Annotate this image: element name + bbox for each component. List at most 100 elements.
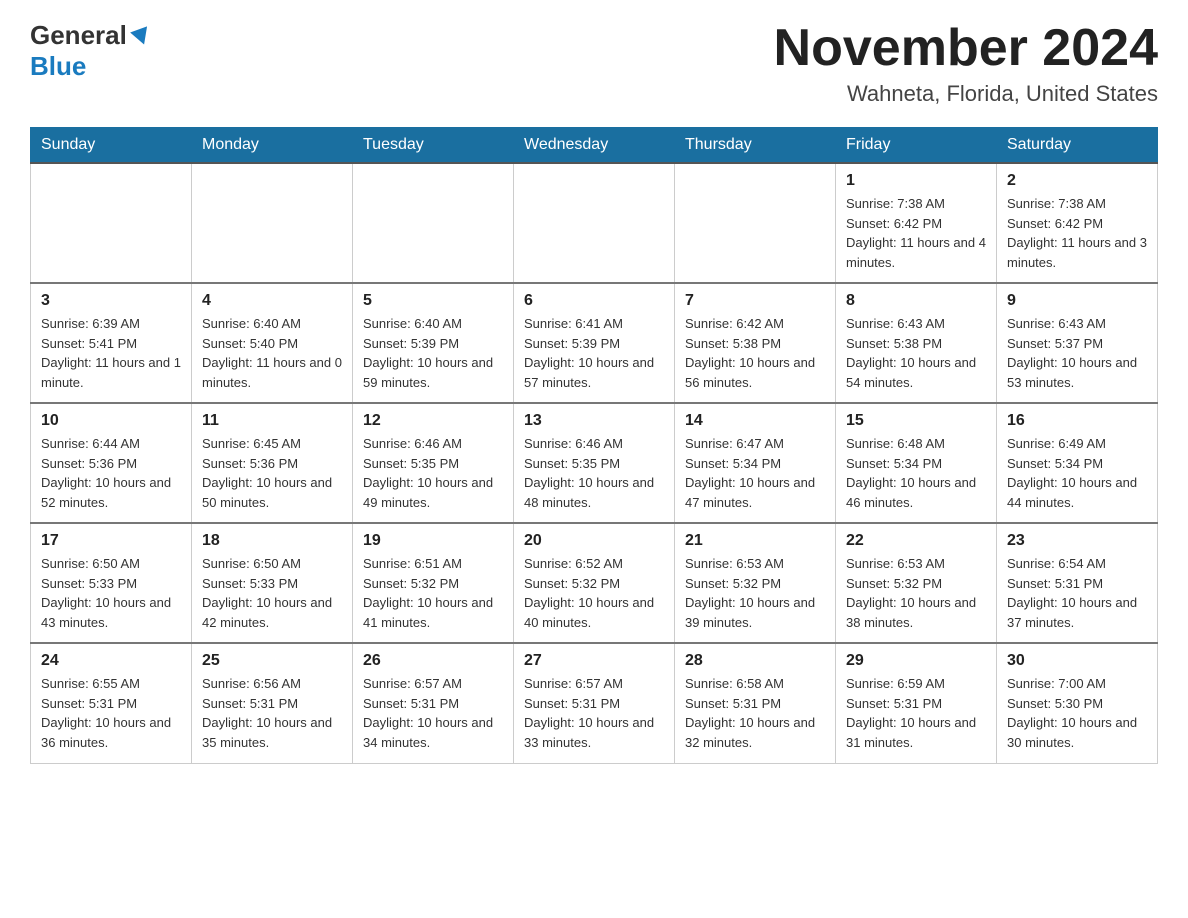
day-info: Sunrise: 6:50 AM Sunset: 5:33 PM Dayligh… <box>202 554 342 632</box>
day-info: Sunrise: 6:43 AM Sunset: 5:37 PM Dayligh… <box>1007 314 1147 392</box>
day-number: 8 <box>846 292 986 310</box>
day-info: Sunrise: 6:50 AM Sunset: 5:33 PM Dayligh… <box>41 554 181 632</box>
day-number: 5 <box>363 292 503 310</box>
day-number: 22 <box>846 532 986 550</box>
calendar-day-cell: 12 Sunrise: 6:46 AM Sunset: 5:35 PM Dayli… <box>353 403 514 523</box>
calendar-week-row: 1 Sunrise: 7:38 AM Sunset: 6:42 PM Daylig… <box>31 163 1158 283</box>
header: General Blue November 2024 Wahneta, Flor… <box>30 20 1158 107</box>
calendar-day-cell: 28 Sunrise: 6:58 AM Sunset: 5:31 PM Dayli… <box>675 643 836 763</box>
day-number: 19 <box>363 532 503 550</box>
day-info: Sunrise: 6:53 AM Sunset: 5:32 PM Dayligh… <box>685 554 825 632</box>
day-number: 9 <box>1007 292 1147 310</box>
day-info: Sunrise: 6:51 AM Sunset: 5:32 PM Dayligh… <box>363 554 503 632</box>
day-number: 6 <box>524 292 664 310</box>
day-info: Sunrise: 7:00 AM Sunset: 5:30 PM Dayligh… <box>1007 674 1147 752</box>
calendar-day-cell: 4 Sunrise: 6:40 AM Sunset: 5:40 PM Daylig… <box>192 283 353 403</box>
day-number: 23 <box>1007 532 1147 550</box>
day-info: Sunrise: 6:52 AM Sunset: 5:32 PM Dayligh… <box>524 554 664 632</box>
day-number: 1 <box>846 172 986 190</box>
day-number: 28 <box>685 652 825 670</box>
day-info: Sunrise: 7:38 AM Sunset: 6:42 PM Dayligh… <box>1007 194 1147 272</box>
day-info: Sunrise: 6:43 AM Sunset: 5:38 PM Dayligh… <box>846 314 986 392</box>
day-info: Sunrise: 6:54 AM Sunset: 5:31 PM Dayligh… <box>1007 554 1147 632</box>
calendar-header-monday: Monday <box>192 128 353 164</box>
day-number: 16 <box>1007 412 1147 430</box>
calendar-header-thursday: Thursday <box>675 128 836 164</box>
calendar-day-cell: 18 Sunrise: 6:50 AM Sunset: 5:33 PM Dayli… <box>192 523 353 643</box>
day-info: Sunrise: 6:55 AM Sunset: 5:31 PM Dayligh… <box>41 674 181 752</box>
day-info: Sunrise: 6:44 AM Sunset: 5:36 PM Dayligh… <box>41 434 181 512</box>
day-info: Sunrise: 7:38 AM Sunset: 6:42 PM Dayligh… <box>846 194 986 272</box>
calendar-day-cell: 14Sunrise: 6:47 AM Sunset: 5:34 PM Dayli… <box>675 403 836 523</box>
calendar-day-cell: 8 Sunrise: 6:43 AM Sunset: 5:38 PM Daylig… <box>836 283 997 403</box>
day-number: 10 <box>41 412 181 430</box>
calendar-day-cell: 11 Sunrise: 6:45 AM Sunset: 5:36 PM Dayli… <box>192 403 353 523</box>
day-info: Sunrise: 6:45 AM Sunset: 5:36 PM Dayligh… <box>202 434 342 512</box>
calendar-day-cell: 2Sunrise: 7:38 AM Sunset: 6:42 PM Daylig… <box>997 163 1158 283</box>
day-number: 4 <box>202 292 342 310</box>
calendar-week-row: 10 Sunrise: 6:44 AM Sunset: 5:36 PM Dayli… <box>31 403 1158 523</box>
day-number: 13 <box>524 412 664 430</box>
calendar-day-cell: 19 Sunrise: 6:51 AM Sunset: 5:32 PM Dayli… <box>353 523 514 643</box>
logo-area: General Blue <box>30 20 152 82</box>
calendar-day-cell: 9 Sunrise: 6:43 AM Sunset: 5:37 PM Daylig… <box>997 283 1158 403</box>
calendar-day-cell: 17 Sunrise: 6:50 AM Sunset: 5:33 PM Dayli… <box>31 523 192 643</box>
calendar-day-cell: 23 Sunrise: 6:54 AM Sunset: 5:31 PM Dayli… <box>997 523 1158 643</box>
calendar-day-cell <box>514 163 675 283</box>
calendar-header-sunday: Sunday <box>31 128 192 164</box>
day-info: Sunrise: 6:59 AM Sunset: 5:31 PM Dayligh… <box>846 674 986 752</box>
calendar-day-cell: 1 Sunrise: 7:38 AM Sunset: 6:42 PM Daylig… <box>836 163 997 283</box>
day-info: Sunrise: 6:56 AM Sunset: 5:31 PM Dayligh… <box>202 674 342 752</box>
calendar-day-cell <box>192 163 353 283</box>
location-title: Wahneta, Florida, United States <box>774 81 1158 107</box>
day-info: Sunrise: 6:41 AM Sunset: 5:39 PM Dayligh… <box>524 314 664 392</box>
calendar-day-cell: 24Sunrise: 6:55 AM Sunset: 5:31 PM Dayli… <box>31 643 192 763</box>
day-number: 15 <box>846 412 986 430</box>
logo-triangle-icon <box>130 25 152 47</box>
calendar-body: 1 Sunrise: 7:38 AM Sunset: 6:42 PM Daylig… <box>31 163 1158 763</box>
calendar-day-cell: 10 Sunrise: 6:44 AM Sunset: 5:36 PM Dayli… <box>31 403 192 523</box>
day-number: 14 <box>685 412 825 430</box>
day-info: Sunrise: 6:58 AM Sunset: 5:31 PM Dayligh… <box>685 674 825 752</box>
calendar-table: SundayMondayTuesdayWednesdayThursdayFrid… <box>30 127 1158 764</box>
day-number: 18 <box>202 532 342 550</box>
day-info: Sunrise: 6:40 AM Sunset: 5:39 PM Dayligh… <box>363 314 503 392</box>
day-info: Sunrise: 6:46 AM Sunset: 5:35 PM Dayligh… <box>524 434 664 512</box>
day-number: 12 <box>363 412 503 430</box>
day-number: 17 <box>41 532 181 550</box>
title-area: November 2024 Wahneta, Florida, United S… <box>774 20 1158 107</box>
calendar-day-cell: 26Sunrise: 6:57 AM Sunset: 5:31 PM Dayli… <box>353 643 514 763</box>
calendar-day-cell <box>675 163 836 283</box>
day-info: Sunrise: 6:48 AM Sunset: 5:34 PM Dayligh… <box>846 434 986 512</box>
calendar-day-cell: 7 Sunrise: 6:42 AM Sunset: 5:38 PM Daylig… <box>675 283 836 403</box>
calendar-day-cell: 29 Sunrise: 6:59 AM Sunset: 5:31 PM Dayli… <box>836 643 997 763</box>
day-number: 30 <box>1007 652 1147 670</box>
day-number: 21 <box>685 532 825 550</box>
day-number: 11 <box>202 412 342 430</box>
day-number: 25 <box>202 652 342 670</box>
day-number: 7 <box>685 292 825 310</box>
calendar-header-tuesday: Tuesday <box>353 128 514 164</box>
calendar-week-row: 3 Sunrise: 6:39 AM Sunset: 5:41 PM Daylig… <box>31 283 1158 403</box>
day-info: Sunrise: 6:40 AM Sunset: 5:40 PM Dayligh… <box>202 314 342 392</box>
calendar-header-row: SundayMondayTuesdayWednesdayThursdayFrid… <box>31 128 1158 164</box>
calendar-day-cell: 25 Sunrise: 6:56 AM Sunset: 5:31 PM Dayli… <box>192 643 353 763</box>
day-number: 3 <box>41 292 181 310</box>
calendar-day-cell: 30 Sunrise: 7:00 AM Sunset: 5:30 PM Dayli… <box>997 643 1158 763</box>
logo-blue-text: Blue <box>30 51 86 81</box>
day-info: Sunrise: 6:39 AM Sunset: 5:41 PM Dayligh… <box>41 314 181 392</box>
calendar-header-saturday: Saturday <box>997 128 1158 164</box>
calendar-day-cell <box>31 163 192 283</box>
calendar-day-cell: 6 Sunrise: 6:41 AM Sunset: 5:39 PM Daylig… <box>514 283 675 403</box>
calendar-header-friday: Friday <box>836 128 997 164</box>
calendar-day-cell <box>353 163 514 283</box>
day-info: Sunrise: 6:46 AM Sunset: 5:35 PM Dayligh… <box>363 434 503 512</box>
calendar-day-cell: 20Sunrise: 6:52 AM Sunset: 5:32 PM Dayli… <box>514 523 675 643</box>
calendar-day-cell: 3 Sunrise: 6:39 AM Sunset: 5:41 PM Daylig… <box>31 283 192 403</box>
day-number: 27 <box>524 652 664 670</box>
calendar-week-row: 24Sunrise: 6:55 AM Sunset: 5:31 PM Dayli… <box>31 643 1158 763</box>
day-number: 29 <box>846 652 986 670</box>
month-title: November 2024 <box>774 20 1158 77</box>
calendar-day-cell: 15 Sunrise: 6:48 AM Sunset: 5:34 PM Dayli… <box>836 403 997 523</box>
day-info: Sunrise: 6:42 AM Sunset: 5:38 PM Dayligh… <box>685 314 825 392</box>
